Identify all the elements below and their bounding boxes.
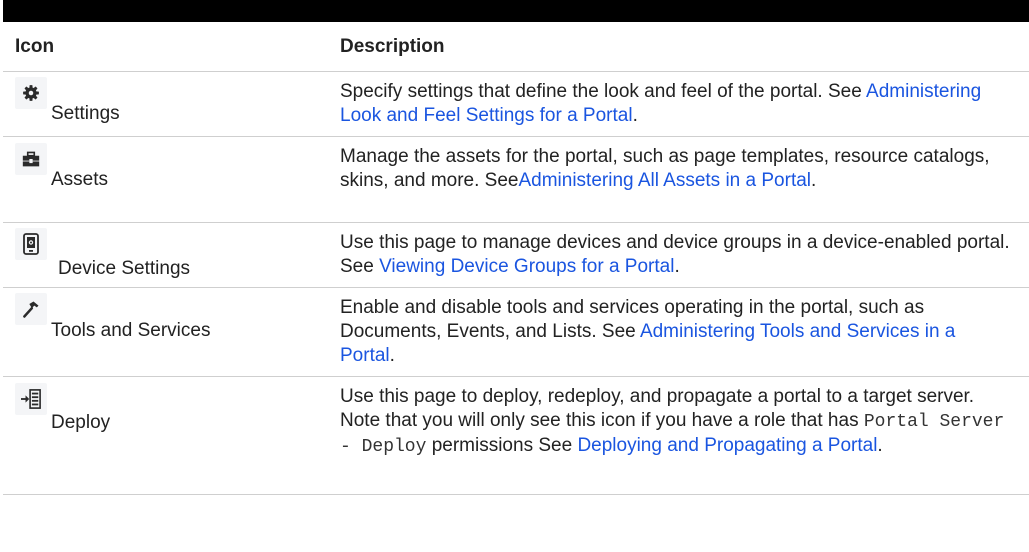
settings-description: Specify settings that define the look an… <box>340 81 867 102</box>
period: . <box>632 105 638 126</box>
page: Icon Description Settings Specify settin… <box>0 0 1029 552</box>
table-row: Settings Specify settings that define th… <box>3 72 1029 137</box>
icon-cell: Deploy <box>3 377 332 495</box>
icon-cell: Tools and Services <box>3 288 332 377</box>
header-icon: Icon <box>15 35 55 57</box>
tablet-icon <box>15 228 47 260</box>
deploy-description-cont: permissions See <box>426 435 578 456</box>
period: . <box>877 435 883 456</box>
assets-label: Assets <box>51 169 109 190</box>
top-rule <box>3 0 1029 22</box>
deploy-doc-link[interactable]: Deploying and Propagating a Portal <box>577 435 877 456</box>
period: . <box>389 345 395 366</box>
description-cell: Use this page to deploy, redeploy, and p… <box>332 377 1029 495</box>
icon-cell: Assets <box>3 137 332 223</box>
icon-cell: Settings <box>3 72 332 137</box>
deploy-icon <box>15 383 47 415</box>
settings-label: Settings <box>51 103 120 124</box>
table-header-row: Icon Description <box>3 22 1029 72</box>
description-cell: Use this page to manage devices and devi… <box>332 223 1029 288</box>
gear-icon <box>15 77 47 109</box>
table-row: Deploy Use this page to deploy, redeploy… <box>3 377 1029 495</box>
table-row: Device Settings Use this page to manage … <box>3 223 1029 288</box>
description-cell: Specify settings that define the look an… <box>332 72 1029 137</box>
device-settings-label: Device Settings <box>58 258 191 279</box>
description-cell: Manage the assets for the portal, such a… <box>332 137 1029 223</box>
period: . <box>811 170 817 191</box>
icon-cell: Device Settings <box>3 223 332 288</box>
description-cell: Enable and disable tools and services op… <box>332 288 1029 377</box>
tools-services-label: Tools and Services <box>51 320 211 341</box>
icon-description-table: Icon Description Settings Specify settin… <box>3 22 1029 495</box>
header-description: Description <box>340 35 445 57</box>
deploy-label: Deploy <box>51 412 111 433</box>
table-row: Assets Manage the assets for the portal,… <box>3 137 1029 223</box>
device-doc-link[interactable]: Viewing Device Groups for a Portal <box>379 256 674 277</box>
period: . <box>674 256 680 277</box>
assets-doc-link[interactable]: Administering All Assets in a Portal <box>518 170 811 191</box>
table-row: Tools and Services Enable and disable to… <box>3 288 1029 377</box>
toolbox-icon <box>15 143 47 175</box>
hammer-icon <box>15 293 47 325</box>
